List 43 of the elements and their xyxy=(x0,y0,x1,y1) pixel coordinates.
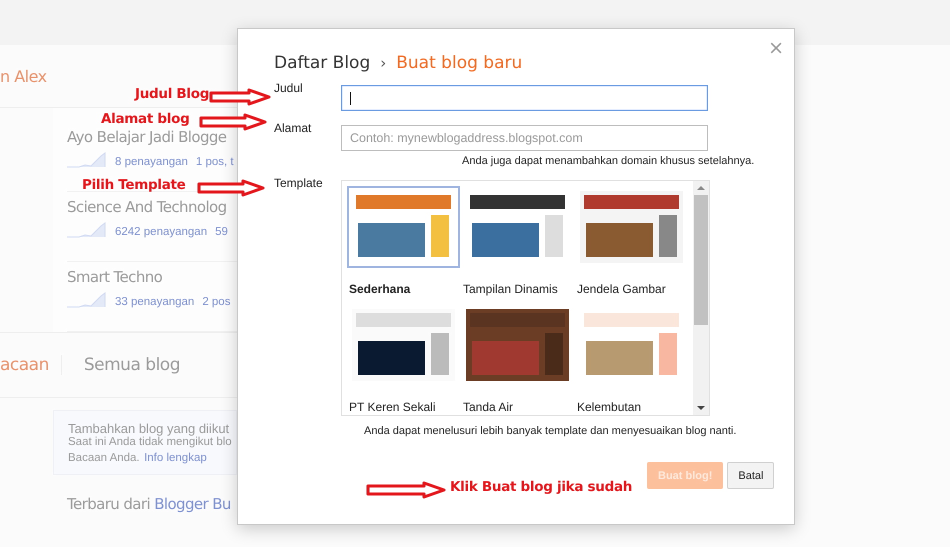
template-name[interactable]: Tanda Air xyxy=(463,400,571,414)
notice-text: Bacaan Anda. xyxy=(68,452,140,464)
post-count: 1 pos, t xyxy=(196,156,234,168)
view-count: 33 penayangan xyxy=(115,296,194,308)
post-count: 59 xyxy=(215,226,228,238)
blog-title[interactable]: Ayo Belajar Jadi Blogge xyxy=(67,128,237,146)
breadcrumb-link[interactable]: Daftar Blog xyxy=(274,53,370,73)
annotation-text: Klik Buat blog jika sudah xyxy=(450,479,632,495)
annotation-text: Judul Blog xyxy=(135,86,210,102)
template-name[interactable]: Jendela Gambar xyxy=(577,282,685,296)
blog-title[interactable]: Smart Techno xyxy=(67,268,237,286)
info-link[interactable]: Info lengkap xyxy=(144,452,207,464)
breadcrumb-separator: › xyxy=(380,54,386,72)
annotation-text: Alamat blog xyxy=(101,111,190,127)
address-hint: Anda juga dapat menambahkan domain khusus setelahnya. xyxy=(462,155,756,167)
field-label: Alamat xyxy=(274,121,312,137)
annotation-text: Pilih Template xyxy=(82,177,186,193)
cancel-button[interactable]: Batal xyxy=(727,462,774,489)
tab[interactable]: Semua blog xyxy=(84,355,180,375)
template-name[interactable]: Tampilan Dinamis xyxy=(463,282,571,296)
close-button[interactable]: × xyxy=(768,37,784,59)
scrollbar[interactable] xyxy=(693,181,709,415)
notice-title: Tambahkan blog yang diikut xyxy=(68,421,230,436)
field-label: Judul xyxy=(274,81,304,97)
sparkline-icon xyxy=(67,152,107,168)
title-input-field[interactable] xyxy=(341,85,708,111)
notice-text: Saat ini Anda tidak mengikut blo xyxy=(68,436,233,448)
view-count: 6242 penayangan xyxy=(115,226,208,238)
template-hint: Anda dapat menelusuri lebih banyak template dan menyesuaikan blog nanti. xyxy=(364,425,738,437)
template-name[interactable]: Kelembutan xyxy=(577,400,685,414)
field-label: Template xyxy=(274,176,324,192)
template-name[interactable]: Sederhana xyxy=(349,282,457,296)
blog-title[interactable]: Science And Technolog xyxy=(67,198,237,216)
sparkline-icon xyxy=(67,222,107,238)
blogger-link[interactable]: Blogger Bu xyxy=(154,495,231,513)
template-name[interactable]: PT Keren Sekali xyxy=(349,400,457,414)
footer-text: Terbaru dari xyxy=(67,495,150,513)
tab[interactable]: acaan xyxy=(0,355,62,375)
address-input-field[interactable]: Contoh: mynewblogaddress.blogspot.com xyxy=(341,125,708,151)
view-count: 8 penayangan xyxy=(115,156,188,168)
sparkline-icon xyxy=(67,292,107,308)
dialog-title: Buat blog baru xyxy=(396,53,522,73)
post-count: 2 pos xyxy=(202,296,230,308)
